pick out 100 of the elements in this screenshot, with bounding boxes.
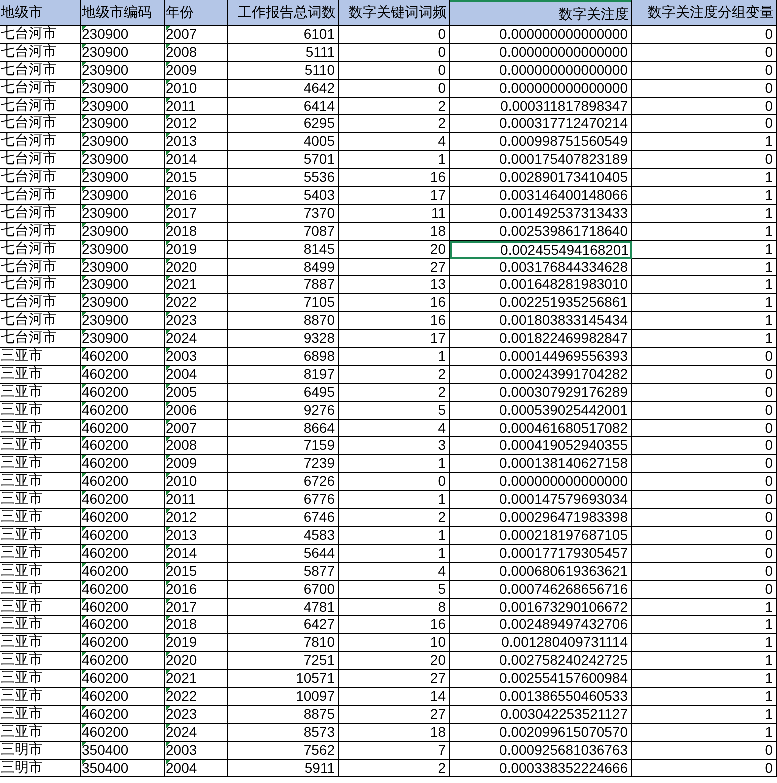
table-cell[interactable]: 460200 bbox=[81, 491, 165, 510]
table-cell[interactable]: 0.000998751560549 bbox=[450, 133, 632, 152]
table-cell[interactable]: 6726 bbox=[228, 473, 339, 492]
column-header[interactable]: 数字关注度 bbox=[450, 0, 632, 26]
table-cell[interactable]: 230900 bbox=[81, 222, 165, 241]
table-cell[interactable]: 2024 bbox=[165, 330, 228, 348]
table-cell[interactable]: 七台河市 bbox=[0, 204, 81, 223]
table-cell[interactable]: 0.001822469982847 bbox=[450, 330, 632, 348]
table-cell[interactable]: 4642 bbox=[228, 80, 339, 98]
table-cell[interactable]: 2003 bbox=[165, 742, 228, 760]
table-cell[interactable]: 5110 bbox=[228, 62, 339, 80]
table-cell[interactable]: 14 bbox=[339, 688, 450, 706]
table-cell[interactable]: 七台河市 bbox=[0, 240, 81, 259]
table-cell[interactable]: 2019 bbox=[165, 634, 228, 652]
table-cell[interactable]: 三亚市 bbox=[0, 598, 81, 616]
table-cell[interactable]: 17 bbox=[339, 330, 450, 348]
table-cell[interactable]: 0.000680619363621 bbox=[450, 562, 632, 581]
table-cell[interactable]: 0 bbox=[339, 80, 450, 98]
table-cell[interactable]: 2 bbox=[339, 115, 450, 134]
table-cell[interactable]: 三亚市 bbox=[0, 491, 81, 510]
table-cell[interactable]: 460200 bbox=[81, 544, 165, 563]
table-cell[interactable]: 1 bbox=[632, 634, 777, 652]
table-cell[interactable]: 230900 bbox=[81, 204, 165, 223]
table-cell[interactable]: 7087 bbox=[228, 222, 339, 241]
table-cell[interactable]: 1 bbox=[632, 276, 777, 294]
table-cell[interactable]: 230900 bbox=[81, 26, 165, 44]
table-cell[interactable]: 1 bbox=[339, 544, 450, 563]
table-cell[interactable]: 三亚市 bbox=[0, 348, 81, 366]
table-cell[interactable]: 七台河市 bbox=[0, 80, 81, 98]
table-cell[interactable]: 460200 bbox=[81, 598, 165, 616]
table-cell[interactable]: 0 bbox=[632, 437, 777, 456]
table-cell[interactable]: 7562 bbox=[228, 742, 339, 760]
table-cell[interactable]: 0.000925681036763 bbox=[450, 742, 632, 760]
table-cell[interactable]: 5 bbox=[339, 580, 450, 598]
table-cell[interactable]: 0.000338352224666 bbox=[450, 760, 632, 778]
table-cell[interactable]: 0.000175407823189 bbox=[450, 151, 632, 170]
table-cell[interactable]: 17 bbox=[339, 187, 450, 205]
table-cell[interactable]: 27 bbox=[339, 706, 450, 724]
table-cell[interactable]: 460200 bbox=[81, 384, 165, 402]
table-cell[interactable]: 0.000000000000000 bbox=[450, 62, 632, 80]
table-cell[interactable]: 5911 bbox=[228, 760, 339, 778]
table-cell[interactable]: 5877 bbox=[228, 562, 339, 581]
table-cell[interactable]: 三亚市 bbox=[0, 526, 81, 545]
table-cell[interactable]: 0.001386550460533 bbox=[450, 688, 632, 706]
table-cell[interactable]: 20 bbox=[339, 652, 450, 670]
table-cell[interactable]: 7239 bbox=[228, 455, 339, 474]
table-cell[interactable]: 七台河市 bbox=[0, 133, 81, 152]
table-cell[interactable]: 460200 bbox=[81, 526, 165, 545]
table-cell[interactable]: 460200 bbox=[81, 366, 165, 384]
table-cell[interactable]: 三亚市 bbox=[0, 670, 81, 688]
table-cell[interactable]: 4005 bbox=[228, 133, 339, 152]
table-cell[interactable]: 1 bbox=[632, 706, 777, 724]
table-cell[interactable]: 2008 bbox=[165, 437, 228, 456]
table-cell[interactable]: 1 bbox=[339, 348, 450, 366]
table-cell[interactable]: 2024 bbox=[165, 724, 228, 742]
table-cell[interactable]: 4781 bbox=[228, 598, 339, 616]
table-cell[interactable]: 460200 bbox=[81, 724, 165, 742]
table-cell[interactable]: 7 bbox=[339, 742, 450, 760]
table-cell[interactable]: 1 bbox=[632, 258, 777, 276]
table-cell[interactable]: 0.000000000000000 bbox=[450, 80, 632, 98]
table-cell[interactable]: 1 bbox=[632, 688, 777, 706]
table-cell[interactable]: 2011 bbox=[165, 491, 228, 510]
table-cell[interactable]: 16 bbox=[339, 169, 450, 188]
table-cell[interactable]: 4 bbox=[339, 562, 450, 581]
table-cell[interactable]: 2012 bbox=[165, 509, 228, 527]
table-cell[interactable]: 0.001803833145434 bbox=[450, 312, 632, 330]
table-cell[interactable]: 10097 bbox=[228, 688, 339, 706]
table-cell[interactable]: 0.000144969556393 bbox=[450, 348, 632, 366]
table-cell[interactable]: 2004 bbox=[165, 366, 228, 384]
table-cell[interactable]: 0.001492537313433 bbox=[450, 204, 632, 223]
table-cell[interactable]: 七台河市 bbox=[0, 62, 81, 80]
table-cell[interactable]: 8870 bbox=[228, 312, 339, 330]
table-cell[interactable]: 1 bbox=[632, 312, 777, 330]
table-cell[interactable]: 8573 bbox=[228, 724, 339, 742]
table-cell[interactable]: 1 bbox=[339, 526, 450, 545]
table-cell[interactable]: 1 bbox=[632, 598, 777, 616]
table-cell[interactable]: 七台河市 bbox=[0, 294, 81, 312]
table-cell[interactable]: 6898 bbox=[228, 348, 339, 366]
table-cell[interactable]: 0.000317712470214 bbox=[450, 115, 632, 134]
table-cell[interactable]: 七台河市 bbox=[0, 44, 81, 62]
table-cell[interactable]: 七台河市 bbox=[0, 187, 81, 205]
table-cell[interactable]: 0.000539025442001 bbox=[450, 402, 632, 420]
table-cell[interactable]: 4 bbox=[339, 420, 450, 438]
table-cell[interactable]: 三明市 bbox=[0, 760, 81, 778]
table-cell[interactable]: 三亚市 bbox=[0, 455, 81, 474]
table-cell[interactable]: 0.000000000000000 bbox=[450, 473, 632, 492]
table-cell[interactable]: 2021 bbox=[165, 670, 228, 688]
table-cell[interactable]: 0 bbox=[632, 509, 777, 527]
table-cell[interactable]: 0.000243991704282 bbox=[450, 366, 632, 384]
table-cell[interactable]: 350400 bbox=[81, 760, 165, 778]
table-cell[interactable]: 2010 bbox=[165, 80, 228, 98]
table-cell[interactable]: 2 bbox=[339, 760, 450, 778]
table-cell[interactable]: 16 bbox=[339, 294, 450, 312]
table-cell[interactable]: 2007 bbox=[165, 26, 228, 44]
table-cell[interactable]: 2010 bbox=[165, 473, 228, 492]
table-cell[interactable]: 18 bbox=[339, 222, 450, 241]
table-cell[interactable]: 七台河市 bbox=[0, 169, 81, 188]
table-cell[interactable]: 0 bbox=[632, 384, 777, 402]
table-cell[interactable]: 2022 bbox=[165, 294, 228, 312]
table-cell[interactable]: 2019 bbox=[165, 240, 228, 259]
